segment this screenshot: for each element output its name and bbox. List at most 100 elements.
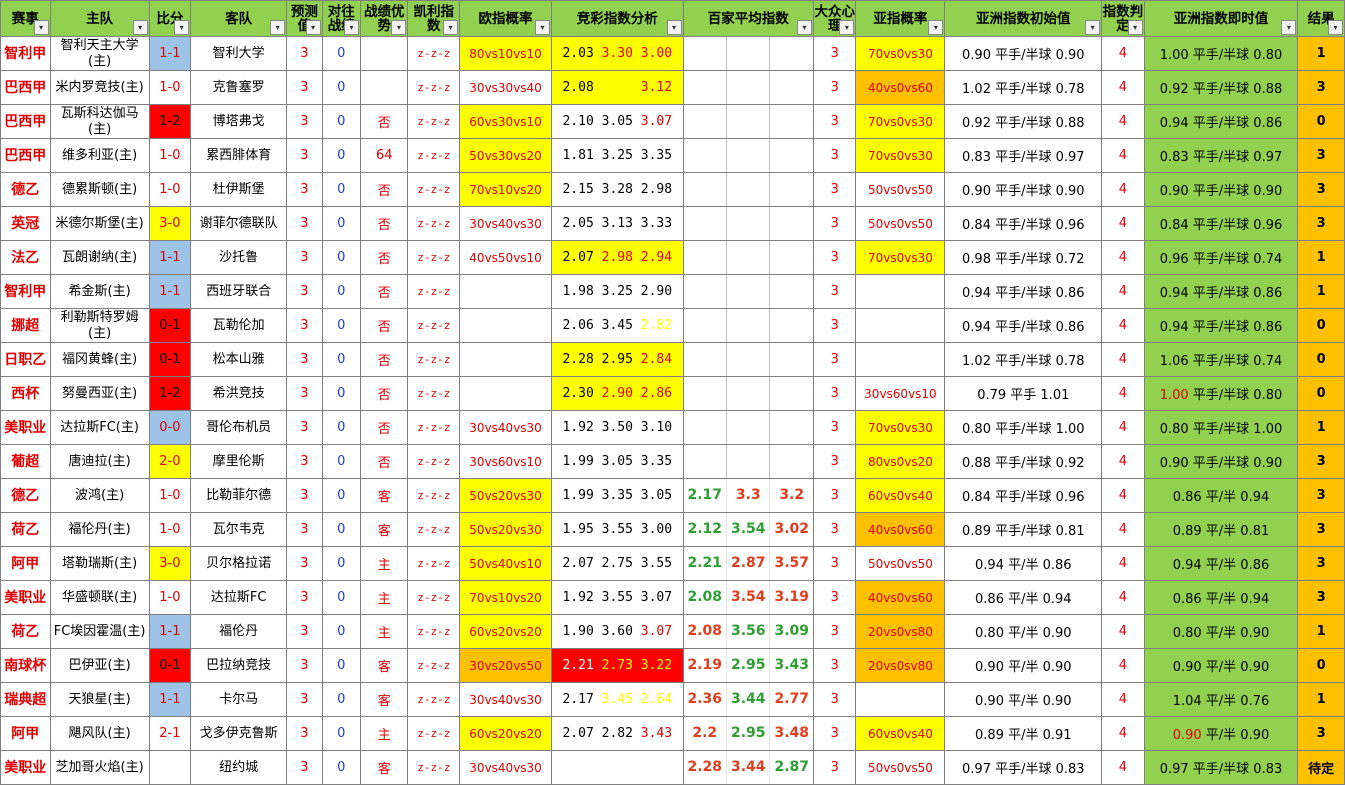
away-team-cell[interactable]: 沙托鲁	[190, 240, 288, 275]
jingcai-analysis-cell[interactable]: 2.07 2.82 3.43	[551, 716, 684, 751]
home-team-cell[interactable]: 波鸿(主)	[49, 478, 150, 513]
record-advantage-cell[interactable]: 否	[359, 172, 409, 207]
public-sentiment-cell[interactable]: 3	[812, 308, 857, 343]
score-cell[interactable]: 0-1	[148, 648, 192, 683]
asia-init-cell[interactable]: 0.98 平手/半球 0.72	[944, 240, 1103, 275]
away-team-cell[interactable]: 谢菲尔德联队	[190, 206, 288, 241]
col-header-record-advantage[interactable]: 战绩优势 ▾	[359, 0, 409, 37]
kelly-index-cell[interactable]: z-z-z	[407, 240, 461, 275]
euro-prob-cell[interactable]	[459, 342, 553, 377]
jingcai-analysis-cell[interactable]: 1.81 3.25 3.35	[551, 138, 684, 173]
jingcai-analysis-cell[interactable]: 1.95 3.55 3.00	[551, 512, 684, 547]
jingcai-analysis-cell[interactable]: 1.90 3.60 3.07	[551, 614, 684, 649]
kelly-index-cell[interactable]: z-z-z	[407, 70, 461, 105]
euro-prob-cell[interactable]: 30vs60vs10	[459, 444, 553, 479]
score-cell[interactable]: 0-1	[148, 308, 192, 343]
league-cell[interactable]: 巴西甲	[0, 70, 51, 105]
home-team-cell[interactable]: 唐迪拉(主)	[49, 444, 150, 479]
history-cell[interactable]: 0	[321, 648, 361, 683]
asia-live-cell[interactable]: 0.90 平手/半球 0.90	[1143, 172, 1299, 207]
home-team-cell[interactable]: 福伦丹(主)	[49, 512, 150, 547]
public-sentiment-cell[interactable]: 3	[812, 342, 857, 377]
col-header-history[interactable]: 对往战绩 ▾	[321, 0, 361, 37]
home-team-cell[interactable]: 希金斯(主)	[49, 274, 150, 309]
away-team-cell[interactable]: 智利大学	[190, 36, 288, 71]
record-advantage-cell[interactable]: 64	[359, 138, 409, 173]
league-cell[interactable]: 智利甲	[0, 274, 51, 309]
league-cell[interactable]: 巴西甲	[0, 104, 51, 139]
kelly-index-cell[interactable]: z-z-z	[407, 376, 461, 411]
euro-prob-cell[interactable]	[459, 376, 553, 411]
result-cell[interactable]: 3	[1297, 444, 1345, 479]
home-team-cell[interactable]: 瓦斯科达伽马(主)	[49, 104, 150, 139]
result-cell[interactable]: 3	[1297, 580, 1345, 615]
asia-init-cell[interactable]: 0.86 平/半 0.94	[944, 580, 1103, 615]
jingcai-analysis-cell[interactable]: 1.98 3.25 2.90	[551, 274, 684, 309]
history-cell[interactable]: 0	[321, 206, 361, 241]
away-team-cell[interactable]: 西班牙联合	[190, 274, 288, 309]
history-cell[interactable]: 0	[321, 478, 361, 513]
asia-init-cell[interactable]: 0.80 平手/半球 1.00	[944, 410, 1103, 445]
kelly-index-cell[interactable]: z-z-z	[407, 478, 461, 513]
asia-live-cell[interactable]: 0.86 平/半 0.94	[1143, 478, 1299, 513]
asia-live-cell[interactable]: 0.80 平/半 0.90	[1143, 614, 1299, 649]
jingcai-analysis-cell[interactable]: 1.99 3.35 3.05	[551, 478, 684, 513]
filter-dropdown-icon[interactable]: ▾	[270, 20, 286, 35]
score-cell[interactable]: 1-2	[148, 376, 192, 411]
history-cell[interactable]: 0	[321, 410, 361, 445]
score-cell[interactable]: 1-2	[148, 104, 192, 139]
asia-live-cell[interactable]: 0.89 平/半 0.81	[1143, 512, 1299, 547]
away-team-cell[interactable]: 瓦尔韦克	[190, 512, 288, 547]
asia-init-cell[interactable]: 0.90 平手/半球 0.90	[944, 172, 1103, 207]
league-cell[interactable]: 阿甲	[0, 546, 51, 581]
away-team-cell[interactable]: 累西腓体育	[190, 138, 288, 173]
index-judge-cell[interactable]: 4	[1101, 36, 1145, 71]
record-advantage-cell[interactable]: 主	[359, 546, 409, 581]
asia-live-cell[interactable]: 0.80 平手/半球 1.00	[1143, 410, 1299, 445]
league-cell[interactable]: 日职乙	[0, 342, 51, 377]
euro-prob-cell[interactable]: 70vs10vs20	[459, 580, 553, 615]
prediction-cell[interactable]: 3	[286, 36, 323, 71]
filter-dropdown-icon[interactable]: ▾	[1328, 20, 1343, 35]
record-advantage-cell[interactable]: 客	[359, 478, 409, 513]
index-judge-cell[interactable]: 4	[1101, 376, 1145, 411]
public-sentiment-cell[interactable]: 3	[812, 240, 857, 275]
prediction-cell[interactable]: 3	[286, 444, 323, 479]
kelly-index-cell[interactable]: z-z-z	[407, 682, 461, 717]
away-team-cell[interactable]: 哥伦布机员	[190, 410, 288, 445]
baijia-avg-cell[interactable]: 2.21 2.87 3.57	[682, 546, 814, 581]
euro-prob-cell[interactable]: 40vs50vs10	[459, 240, 553, 275]
prediction-cell[interactable]: 3	[286, 274, 323, 309]
league-cell[interactable]: 德乙	[0, 172, 51, 207]
index-judge-cell[interactable]: 4	[1101, 682, 1145, 717]
away-team-cell[interactable]: 达拉斯FC	[190, 580, 288, 615]
filter-dropdown-icon[interactable]: ▾	[1281, 20, 1297, 35]
public-sentiment-cell[interactable]: 3	[812, 478, 857, 513]
history-cell[interactable]: 0	[321, 274, 361, 309]
baijia-avg-cell[interactable]	[682, 70, 814, 105]
prediction-cell[interactable]: 3	[286, 172, 323, 207]
public-sentiment-cell[interactable]: 3	[812, 580, 857, 615]
euro-prob-cell[interactable]: 30vs30vs40	[459, 70, 553, 105]
history-cell[interactable]: 0	[321, 546, 361, 581]
score-cell[interactable]: 1-1	[148, 614, 192, 649]
league-cell[interactable]: 英冠	[0, 206, 51, 241]
asia-init-cell[interactable]: 0.94 平/半 0.86	[944, 546, 1103, 581]
result-cell[interactable]: 3	[1297, 546, 1345, 581]
jingcai-analysis-cell[interactable]: 2.21 2.73 3.22	[551, 648, 684, 683]
index-judge-cell[interactable]: 4	[1101, 342, 1145, 377]
index-judge-cell[interactable]: 4	[1101, 478, 1145, 513]
result-cell[interactable]: 0	[1297, 104, 1345, 139]
public-sentiment-cell[interactable]: 3	[812, 512, 857, 547]
record-advantage-cell[interactable]: 否	[359, 308, 409, 343]
prediction-cell[interactable]: 3	[286, 580, 323, 615]
away-team-cell[interactable]: 杜伊斯堡	[190, 172, 288, 207]
home-team-cell[interactable]: 德累斯顿(主)	[49, 172, 150, 207]
home-team-cell[interactable]: 智利天主大学(主)	[49, 36, 150, 71]
jingcai-analysis-cell[interactable]: 2.30 2.90 2.86	[551, 376, 684, 411]
prediction-cell[interactable]: 3	[286, 70, 323, 105]
kelly-index-cell[interactable]: z-z-z	[407, 410, 461, 445]
index-judge-cell[interactable]: 4	[1101, 580, 1145, 615]
euro-prob-cell[interactable]: 30vs40vs30	[459, 410, 553, 445]
prediction-cell[interactable]: 3	[286, 240, 323, 275]
